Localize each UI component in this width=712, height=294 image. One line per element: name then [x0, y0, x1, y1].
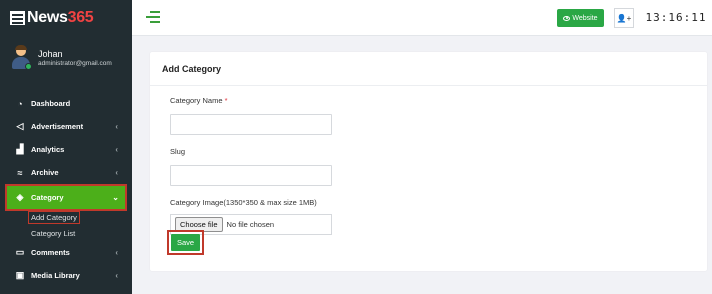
brand-prefix: News	[27, 9, 68, 26]
sidebar-item-comments[interactable]: ▭ Comments ‹	[0, 241, 132, 264]
file-status: No file chosen	[226, 220, 275, 229]
sidebar-item-label: Comments	[31, 248, 70, 257]
add-user-button[interactable]: 👤+	[614, 8, 634, 28]
eye-icon	[563, 15, 571, 21]
tag-icon: ◈	[16, 192, 24, 202]
brand-number: 365	[67, 9, 94, 26]
sidebar-item-analytics[interactable]: ▟ Analytics ‹	[0, 138, 132, 161]
save-button-highlight: Save	[167, 230, 204, 255]
archive-icon: ≈	[17, 167, 23, 178]
add-category-form: Category Name * Slug Category Image(1350…	[170, 96, 332, 247]
user-email: administrator@gmail.com	[38, 60, 112, 67]
menu-toggle-icon[interactable]	[146, 11, 160, 23]
sidebar-item-label: Analytics	[31, 145, 65, 154]
submenu-item-category-list[interactable]: Category List	[0, 225, 132, 241]
save-button[interactable]: Save	[171, 234, 200, 251]
chevron-down-icon: ⌄	[112, 193, 119, 202]
website-button[interactable]: Website	[557, 9, 604, 27]
submenu-item-label: Add Category	[28, 210, 80, 224]
megaphone-icon: ◁	[16, 121, 24, 131]
comments-icon: ▭	[15, 247, 25, 257]
category-image-label: Category Image(1350*350 & max size 1MB)	[170, 198, 317, 207]
chevron-left-icon: ‹	[115, 271, 118, 280]
website-button-label: Website	[572, 14, 598, 22]
sidebar-menu: ◔ Dashboard ◁ Advertisement ‹ ▟ Analytic…	[0, 92, 132, 287]
sidebar-item-archive[interactable]: ≈ Archive ‹	[0, 161, 132, 184]
required-mark: *	[224, 96, 228, 105]
sidebar-item-dashboard[interactable]: ◔ Dashboard	[0, 92, 132, 115]
brand-logo[interactable]: News 365	[0, 0, 132, 36]
sidebar-item-advertisement[interactable]: ◁ Advertisement ‹	[0, 115, 132, 138]
chevron-left-icon: ‹	[115, 145, 118, 154]
sidebar-item-label: Category	[31, 193, 64, 202]
top-bar: Website 👤+ 13:16:11	[132, 0, 712, 36]
category-name-label: Category Name *	[170, 96, 228, 105]
digital-clock: 13:16:11	[642, 7, 710, 27]
chevron-left-icon: ‹	[115, 122, 118, 131]
media-icon: ▣	[15, 270, 25, 280]
submenu-item-label: Category List	[31, 228, 76, 238]
slug-input[interactable]	[170, 165, 332, 186]
user-name: Johan	[38, 49, 63, 59]
chevron-left-icon: ‹	[115, 248, 118, 257]
user-plus-icon: 👤+	[616, 13, 632, 23]
card-title: Add Category	[150, 52, 707, 86]
sidebar-item-label: Advertisement	[31, 122, 84, 131]
chevron-left-icon: ‹	[115, 168, 118, 177]
slug-label: Slug	[170, 147, 186, 156]
newspaper-icon	[10, 11, 25, 25]
user-panel: Johan administrator@gmail.com	[10, 44, 132, 72]
submenu-item-add-category[interactable]: Add Category	[0, 209, 132, 225]
bar-chart-icon: ▟	[16, 144, 24, 154]
sidebar: News 365 Johan administrator@gmail.com ◔ …	[0, 0, 132, 294]
online-status-icon	[25, 63, 32, 70]
avatar	[10, 45, 32, 70]
sidebar-item-category[interactable]: ◈ Category ⌄	[5, 184, 127, 211]
sidebar-item-label: Archive	[31, 168, 59, 177]
sidebar-item-media-library[interactable]: ▣ Media Library ‹	[0, 264, 132, 287]
sidebar-item-label: Dashboard	[31, 99, 71, 108]
sidebar-item-label: Media Library	[31, 271, 80, 280]
add-category-card: Add Category Category Name * Slug Catego…	[150, 52, 707, 271]
dashboard-icon: ◔	[17, 98, 23, 109]
category-name-input[interactable]	[170, 114, 332, 135]
